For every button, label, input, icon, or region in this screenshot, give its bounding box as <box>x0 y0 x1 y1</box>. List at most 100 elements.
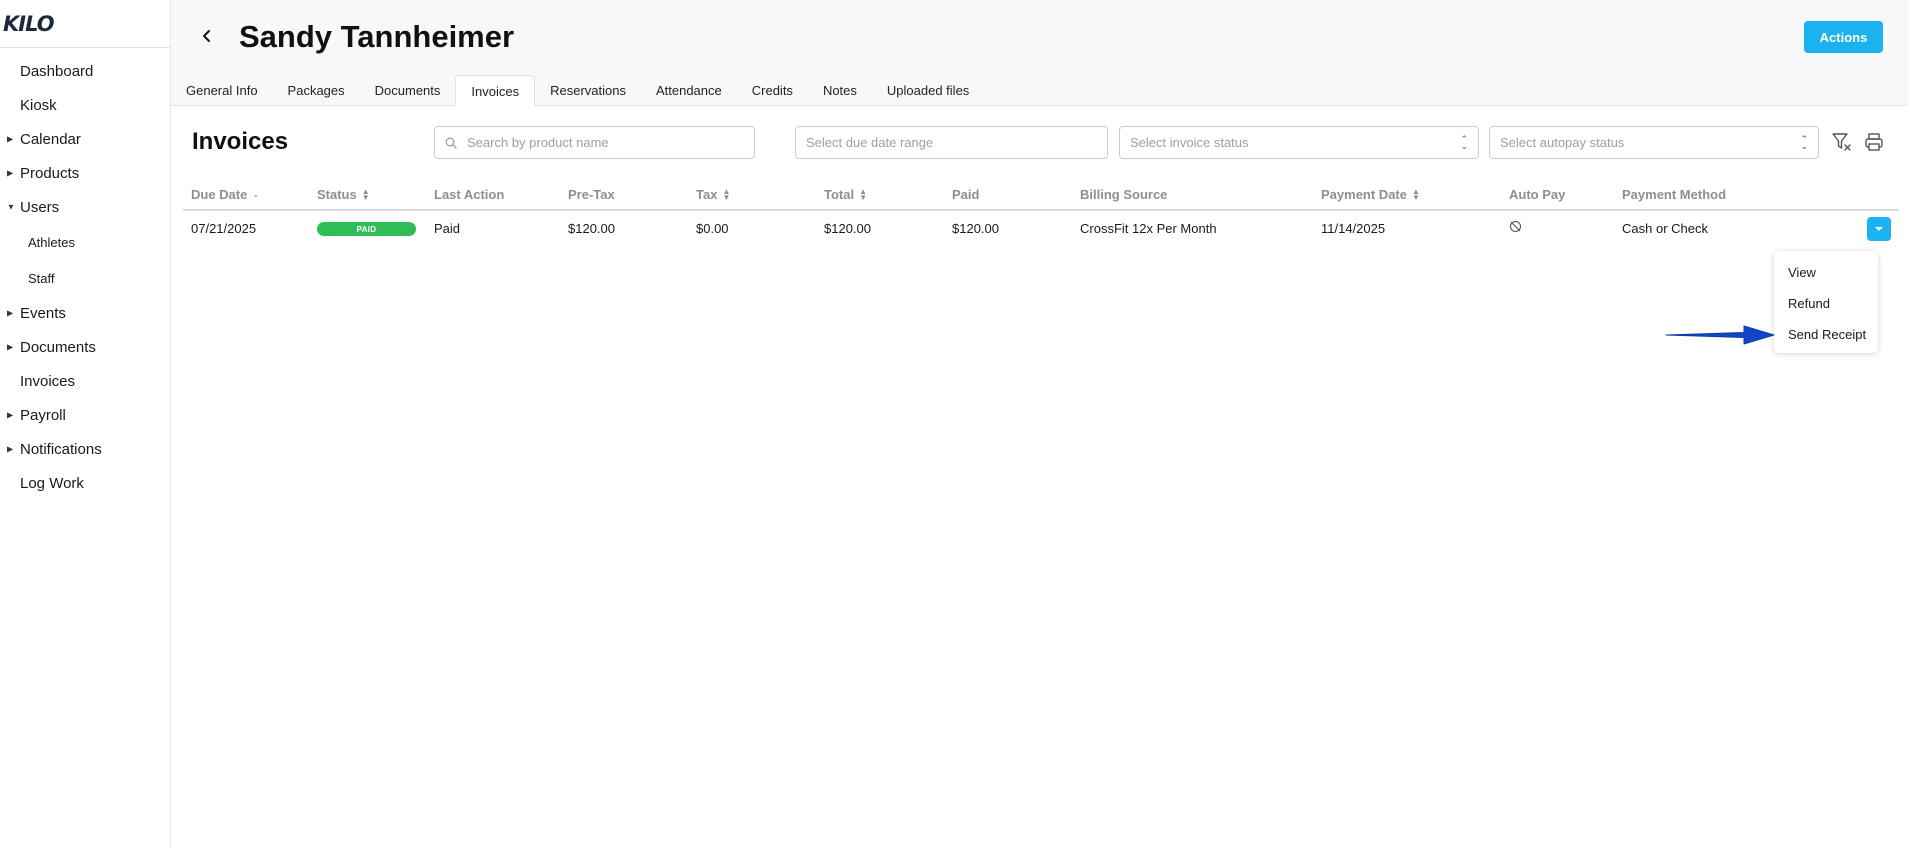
print-button[interactable] <box>1861 129 1887 155</box>
actions-button[interactable]: Actions <box>1804 21 1883 53</box>
column-tax[interactable]: Tax ▲ ▼ <box>696 187 730 202</box>
cell-last-action: Paid <box>434 221 461 236</box>
sidebar: KILO Dashboard Kiosk ▶ Calendar ▶ Products… <box>0 0 171 848</box>
menu-item-view[interactable]: View <box>1774 257 1878 288</box>
column-billing-source: Billing Source <box>1080 187 1167 202</box>
select-arrows-icon: ⌃ ⌄ <box>1800 133 1808 151</box>
caret-down-icon: ▼ <box>7 202 15 212</box>
due-date-placeholder: Select due date range <box>806 135 934 150</box>
filter-clear-icon <box>1832 133 1851 151</box>
sidebar-item-label: Log Work <box>20 474 84 492</box>
sidebar-item-label: Dashboard <box>20 62 94 80</box>
logo[interactable]: KILO <box>0 0 170 48</box>
sidebar-item-documents[interactable]: ▶ Documents <box>0 330 170 364</box>
status-badge: PAID <box>317 222 416 236</box>
cell-paid: $120.00 <box>952 221 999 236</box>
caret-right-icon: ▶ <box>7 410 14 420</box>
sidebar-item-label: Payroll <box>20 406 66 424</box>
sidebar-item-staff[interactable]: Staff <box>0 260 170 296</box>
sort-desc-icon: ⌄ <box>252 189 260 199</box>
column-auto-pay: Auto Pay <box>1509 187 1565 202</box>
tab-attendance[interactable]: Attendance <box>641 75 737 106</box>
sidebar-item-label: Invoices <box>20 372 76 390</box>
search-placeholder: Search by product name <box>467 135 609 150</box>
sidebar-item-label: Staff <box>28 270 55 286</box>
sidebar-item-label: Athletes <box>28 234 75 250</box>
column-payment-method: Payment Method <box>1622 187 1726 202</box>
column-status[interactable]: Status ▲ ▼ <box>317 187 370 202</box>
sidebar-item-products[interactable]: ▶ Products <box>0 156 170 190</box>
cell-due-date: 07/21/2025 <box>191 221 257 236</box>
sidebar-item-dashboard[interactable]: Dashboard <box>0 54 170 88</box>
page-title: Sandy Tannheimer <box>239 19 515 54</box>
tab-uploaded-files[interactable]: Uploaded files <box>872 75 984 106</box>
column-total[interactable]: Total ▲ ▼ <box>824 187 867 202</box>
tab-bar: General Info Packages Documents Invoices… <box>171 75 984 107</box>
row-actions-button[interactable] <box>1867 217 1891 241</box>
tab-documents[interactable]: Documents <box>360 75 456 106</box>
sort-icon: ▲ ▼ <box>361 186 370 202</box>
page-header: Sandy Tannheimer Actions General Info Pa… <box>171 0 1908 107</box>
cell-total: $120.00 <box>824 221 871 236</box>
sort-icon: ▲ ▼ <box>859 186 868 202</box>
annotation-arrow-icon <box>1665 325 1775 345</box>
column-pre-tax: Pre-Tax <box>568 187 615 202</box>
sidebar-item-log-work[interactable]: Log Work <box>0 466 170 500</box>
chevron-left-icon <box>203 30 210 42</box>
sort-icon: ▲ ▼ <box>1411 186 1420 202</box>
invoice-status-select[interactable]: Select invoice status ⌃ ⌄ <box>1119 126 1479 159</box>
clear-filter-button[interactable] <box>1829 129 1855 155</box>
due-date-range-picker[interactable]: Select due date range <box>795 126 1108 159</box>
sidebar-item-events[interactable]: ▶ Events <box>0 296 170 330</box>
back-button[interactable] <box>195 24 219 48</box>
sidebar-item-users[interactable]: ▼ Users <box>0 190 170 224</box>
tab-notes[interactable]: Notes <box>808 75 872 106</box>
search-input[interactable]: Search by product name <box>434 126 755 159</box>
sidebar-item-kiosk[interactable]: Kiosk <box>0 88 170 122</box>
sidebar-nav: Dashboard Kiosk ▶ Calendar ▶ Products ▼ Use… <box>0 48 170 500</box>
column-label: Status <box>317 187 357 202</box>
sidebar-item-label: Calendar <box>20 130 81 148</box>
sidebar-item-payroll[interactable]: ▶ Payroll <box>0 398 170 432</box>
column-label: Total <box>824 187 855 202</box>
caret-right-icon: ▶ <box>7 134 14 144</box>
table-row[interactable]: 07/21/2025 PAID Paid $120.00 $0.00 $120.… <box>183 212 1899 246</box>
sidebar-item-label: Users <box>20 198 60 216</box>
column-payment-date[interactable]: Payment Date ▲ ▼ <box>1321 187 1420 202</box>
tab-packages[interactable]: Packages <box>273 75 360 106</box>
column-label: Paid <box>952 187 980 202</box>
sidebar-item-label: Notifications <box>20 440 102 458</box>
menu-item-refund[interactable]: Refund <box>1774 288 1878 319</box>
tab-invoices[interactable]: Invoices <box>455 75 536 107</box>
printer-icon <box>1865 133 1883 151</box>
invoice-status-placeholder: Select invoice status <box>1130 135 1249 150</box>
sort-icon: ▲ ▼ <box>722 186 731 202</box>
sidebar-item-invoices[interactable]: Invoices <box>0 364 170 398</box>
cell-tax: $0.00 <box>696 221 729 236</box>
caret-right-icon: ▶ <box>7 444 14 454</box>
table-header: Due Date ⌄ Status ▲ ▼ Last Action Pre-Tax T… <box>183 182 1899 211</box>
column-paid: Paid <box>952 187 979 202</box>
section-title: Invoices <box>192 128 289 155</box>
menu-item-send-receipt[interactable]: Send Receipt <box>1774 319 1878 350</box>
cell-billing-source: CrossFit 12x Per Month <box>1080 221 1217 236</box>
tab-general-info[interactable]: General Info <box>171 75 273 106</box>
logo-text: KILO <box>3 11 55 36</box>
column-label: Billing Source <box>1080 187 1168 202</box>
sidebar-item-label: Products <box>20 164 80 182</box>
tab-reservations[interactable]: Reservations <box>535 75 641 106</box>
column-label: Last Action <box>434 187 505 202</box>
tab-credits[interactable]: Credits <box>737 75 808 106</box>
column-due-date[interactable]: Due Date ⌄ <box>191 187 259 202</box>
autopay-status-select[interactable]: Select autopay status ⌃ ⌄ <box>1489 126 1819 159</box>
cell-payment-method: Cash or Check <box>1622 221 1708 236</box>
sidebar-item-label: Documents <box>20 338 96 356</box>
caret-down-icon <box>1875 227 1883 231</box>
caret-right-icon: ▶ <box>7 308 14 318</box>
autopay-off-icon <box>1509 220 1522 233</box>
sidebar-item-athletes[interactable]: Athletes <box>0 224 170 260</box>
sidebar-item-label: Kiosk <box>20 96 57 114</box>
cell-pre-tax: $120.00 <box>568 221 615 236</box>
sidebar-item-notifications[interactable]: ▶ Notifications <box>0 432 170 466</box>
sidebar-item-calendar[interactable]: ▶ Calendar <box>0 122 170 156</box>
